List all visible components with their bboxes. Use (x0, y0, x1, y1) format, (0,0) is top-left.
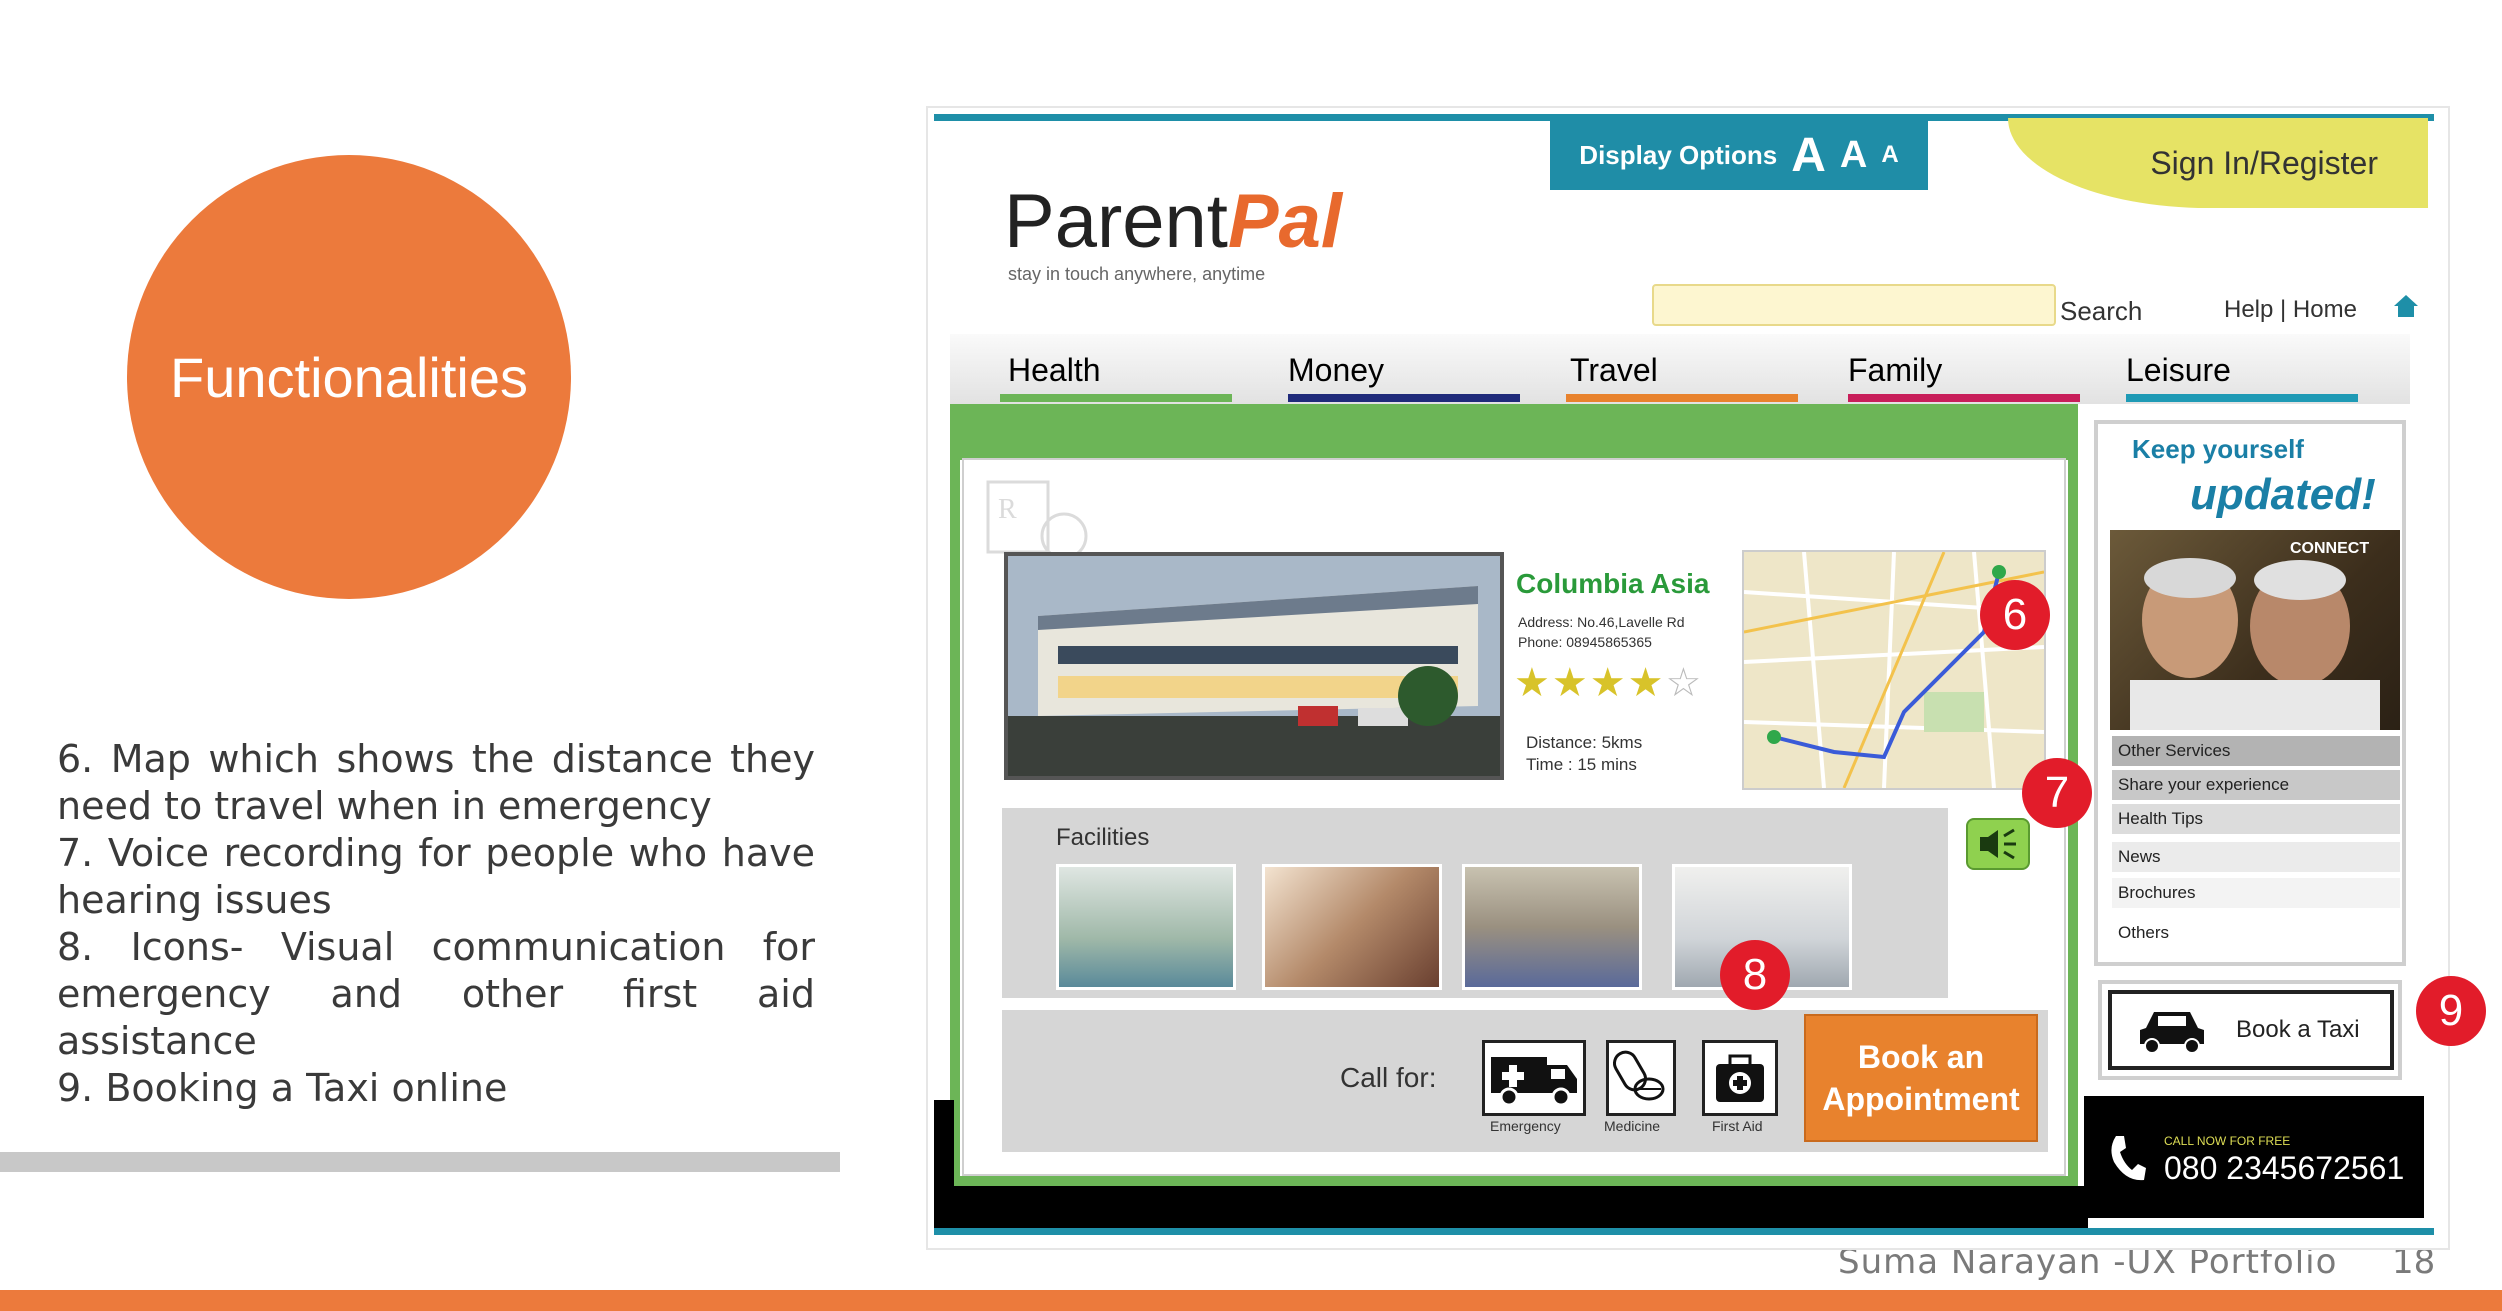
hospital-address: Address: No.46,Lavelle Rd (1518, 614, 1685, 630)
hospital-contact: Address: No.46,Lavelle Rd Phone: 0894586… (1518, 612, 1685, 652)
phone-number[interactable]: 080 2345672561 (2164, 1150, 2404, 1187)
sidebar-item-news[interactable]: News (2112, 842, 2400, 872)
sidebar-item-others[interactable]: Others (2112, 918, 2400, 948)
star-empty-icon: ☆ (1665, 661, 1704, 705)
app-logo: ParentPal (1004, 178, 1342, 265)
bottom-accent-bar (0, 1290, 2502, 1311)
svg-text:R: R (998, 494, 1017, 525)
divider-bar (0, 1152, 840, 1172)
book-taxi-button[interactable]: Book a Taxi (2108, 990, 2394, 1070)
tab-money[interactable]: Money (1288, 352, 1384, 389)
slide-title: Functionalities (170, 345, 528, 409)
elders-photo (2110, 530, 2400, 730)
note-item: 6. Map which shows the distance they nee… (57, 737, 815, 828)
bottom-accent-line (934, 1228, 2434, 1235)
hospital-phone: Phone: 08945865365 (1518, 634, 1652, 650)
book-appointment-button[interactable]: Book an Appointment (1804, 1014, 2038, 1142)
medicine-call-button[interactable] (1606, 1040, 1676, 1116)
logo-tagline: stay in touch anywhere, anytime (1008, 264, 1266, 284)
home-icon[interactable] (2392, 292, 2420, 320)
note-item: 9. Booking a Taxi online (57, 1066, 508, 1110)
tab-money-underline (1288, 394, 1520, 402)
callout-marker-8: 8 (1720, 940, 1790, 1010)
search-input[interactable] (1652, 284, 2056, 326)
sidebar-heading-emphasis: updated! (2190, 470, 2376, 519)
phone-icon (2111, 1136, 2146, 1181)
book-appointment-line1: Book an (1857, 1039, 1985, 1075)
ambulance-icon (1491, 1057, 1577, 1107)
logo-accent: Pal (1227, 179, 1342, 264)
display-options: Display Options A A A (1550, 120, 1928, 190)
functionality-notes: 6. Map which shows the distance they nee… (57, 736, 815, 1112)
first-aid-call-button[interactable] (1702, 1040, 1778, 1116)
sidebar-heading: Keep yourself (2132, 434, 2304, 464)
tab-family-underline (1848, 394, 2080, 402)
voice-playback-button[interactable] (1966, 818, 2030, 870)
tab-leisure-underline (2126, 394, 2358, 402)
travel-time-text: Time : 15 mins (1526, 755, 1637, 774)
star-icon: ★ (1514, 661, 1552, 705)
display-options-label: Display Options (1579, 139, 1778, 170)
hospital-distance: Distance: 5kms Time : 15 mins (1526, 732, 1642, 776)
tab-leisure[interactable]: Leisure (2126, 352, 2231, 389)
note-item: 7. Voice recording for people who have h… (57, 831, 815, 922)
callout-marker-9: 9 (2416, 976, 2486, 1046)
help-home-links[interactable]: Help | Home (2224, 296, 2357, 324)
tab-health[interactable]: Health (1008, 352, 1101, 389)
sidebar-item-other-services[interactable]: Other Services (2112, 736, 2400, 766)
connect-label: CONNECT (2290, 540, 2370, 557)
title-circle: Functionalities (127, 155, 571, 599)
call-for-label: Call for: (1340, 1062, 1437, 1093)
footer-black-bar (934, 1186, 2088, 1228)
facility-photo-ward[interactable] (1462, 864, 1642, 990)
call-now-label: CALL NOW FOR FREE (2164, 1134, 2291, 1148)
distance-text: Distance: 5kms (1526, 733, 1643, 752)
emergency-call-button[interactable] (1482, 1040, 1586, 1116)
emergency-caption: Emergency (1490, 1118, 1561, 1134)
font-size-large-button[interactable]: A (1791, 128, 1826, 183)
car-icon (2140, 1012, 2204, 1054)
hospital-rating: ★★★★☆ (1514, 660, 1703, 706)
font-size-medium-button[interactable]: A (1840, 134, 1867, 177)
star-icon: ★ (1551, 661, 1590, 705)
star-icon: ★ (1627, 661, 1666, 705)
first-aid-kit-icon (1716, 1054, 1764, 1102)
sidebar-item-health-tips[interactable]: Health Tips (2112, 804, 2400, 834)
book-appointment-line2: Appointment (1822, 1081, 2020, 1117)
tab-health-underline (1000, 394, 1232, 402)
callout-marker-7: 7 (2022, 758, 2092, 828)
tab-travel-underline (1566, 394, 1798, 402)
first-aid-caption: First Aid (1712, 1118, 1763, 1134)
logo-main: Parent (1004, 179, 1228, 264)
speaker-icon (1980, 828, 2016, 860)
facility-photo-doctors[interactable] (1262, 864, 1442, 990)
star-icon: ★ (1589, 661, 1628, 705)
hospital-photo (1004, 552, 1504, 780)
book-taxi-label: Book a Taxi (2236, 1016, 2360, 1043)
tab-travel[interactable]: Travel (1570, 352, 1658, 389)
sidebar-item-share-experience[interactable]: Share your experience (2112, 770, 2400, 800)
facility-photo-mri[interactable] (1056, 864, 1236, 990)
medicine-caption: Medicine (1604, 1118, 1661, 1134)
tab-family[interactable]: Family (1848, 352, 1942, 389)
pills-icon (1613, 1050, 1665, 1101)
search-button[interactable]: Search (2060, 296, 2142, 327)
hospital-name: Columbia Asia (1516, 568, 1710, 599)
note-item: 8. Icons- Visual communication for emerg… (57, 925, 815, 1063)
callout-marker-6: 6 (1980, 580, 2050, 650)
font-size-small-button[interactable]: A (1881, 141, 1898, 169)
facilities-label: Facilities (1056, 824, 1150, 851)
sidebar-item-brochures[interactable]: Brochures (2112, 878, 2400, 908)
